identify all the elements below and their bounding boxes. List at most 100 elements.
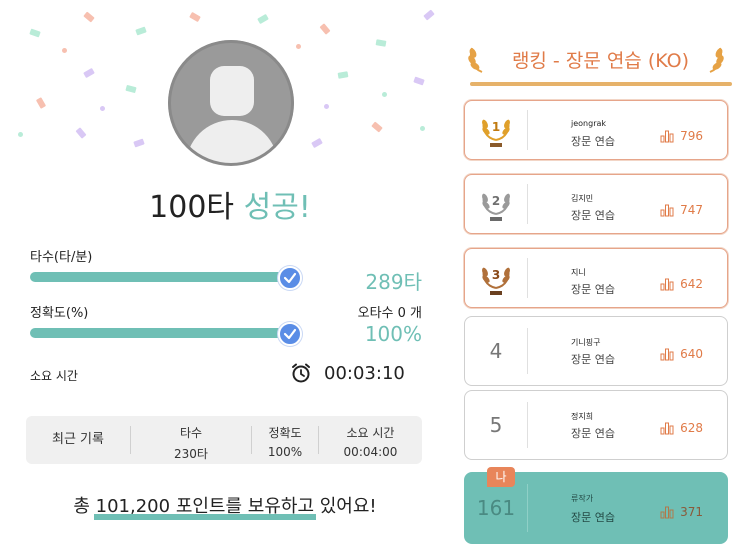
result-headline: 100타 성공!: [0, 182, 460, 226]
speed-check-icon: [278, 266, 302, 290]
accuracy-value: 100%: [364, 322, 422, 346]
my-ranking-entry[interactable]: 나 161 류작가 장문 연습 371: [464, 467, 728, 544]
laurel-right-icon: [704, 44, 726, 78]
confetti: [375, 39, 387, 47]
recent-accuracy: 정확도 100%: [252, 416, 318, 464]
recent-time: 소요 시간 00:04:00: [319, 416, 422, 464]
speed-value: 289타: [365, 270, 422, 294]
divider: [527, 258, 528, 298]
entry-mode: 장문 연습: [571, 427, 615, 440]
bar-chart-icon: [660, 348, 674, 361]
ranking-entry[interactable]: 3 지니 장문 연습 642: [464, 248, 728, 308]
rank-number: 5: [489, 413, 503, 437]
entry-score-value: 747: [680, 203, 703, 217]
bar-chart-icon: [660, 506, 674, 519]
accuracy-progress-bar: [30, 328, 288, 338]
entry-mode: 장문 연습: [571, 283, 615, 296]
avatar: [168, 40, 294, 166]
silver-medal-icon: 2: [465, 175, 527, 233]
confetti: [75, 127, 87, 139]
entry-username: 정지희: [571, 412, 594, 421]
confetti: [83, 11, 95, 23]
confetti: [125, 84, 137, 94]
entry-username: jeongrak: [571, 119, 607, 128]
confetti: [413, 76, 425, 86]
confetti: [324, 104, 329, 109]
result-panel: 100타 성공! 타수(타/분) 289타 정확도(%) 오타수 0 개 100…: [0, 0, 450, 560]
entry-score-value: 642: [680, 277, 703, 291]
confetti: [311, 137, 323, 149]
confetti: [319, 23, 331, 35]
rank-number: 161: [476, 496, 516, 520]
confetti: [135, 26, 147, 36]
confetti: [423, 9, 435, 21]
recent-time-value: 00:04:00: [343, 445, 398, 459]
recent-accuracy-value: 100%: [267, 445, 303, 459]
rank-number: 4: [489, 339, 503, 363]
confetti: [257, 13, 269, 25]
entry-mode: 장문 연습: [571, 209, 615, 222]
confetti: [382, 92, 387, 97]
confetti: [133, 138, 145, 148]
confetti: [62, 48, 67, 53]
gold-medal-icon: 1: [465, 101, 527, 159]
confetti: [371, 121, 383, 133]
entry-score: 796: [660, 129, 703, 143]
entry-score-value: 640: [680, 347, 703, 361]
recent-speed: 타수 230타: [131, 416, 251, 464]
ranking-entry[interactable]: 2 김지민 장문 연습 747: [464, 174, 728, 234]
entry-username: 김지민: [571, 194, 594, 203]
typo-count: 오타수 0 개: [357, 306, 422, 321]
confetti: [99, 105, 106, 112]
points-highlight: 101,200 포인트를 보유하고: [93, 492, 317, 520]
confetti: [337, 71, 349, 79]
entry-score-value: 796: [680, 129, 703, 143]
entry-score-value: 371: [680, 505, 703, 519]
confetti: [296, 44, 301, 49]
ranking-entry[interactable]: 1 jeongrak 장문 연습 796: [464, 100, 728, 160]
entry-score-value: 628: [680, 421, 703, 435]
entry-mode: 장문 연습: [571, 353, 615, 366]
entry-mode: 장문 연습: [571, 135, 615, 148]
entry-score: 642: [660, 277, 703, 291]
entry-username: 지니: [571, 268, 586, 277]
confetti: [83, 67, 95, 79]
ranking-entry[interactable]: 4 기니핑구 장문 연습 640: [464, 316, 728, 386]
entry-score: 371: [660, 505, 703, 519]
confetti: [189, 11, 201, 23]
time-value: 00:03:10: [324, 363, 405, 384]
recent-speed-value: 230타: [174, 447, 208, 461]
accuracy-check-icon: [278, 322, 302, 346]
speed-progress-bar: [30, 272, 288, 282]
confetti: [35, 97, 47, 109]
confetti: [29, 28, 41, 38]
confetti: [420, 126, 425, 131]
headline-number: 100타: [149, 190, 235, 225]
entry-username: 류작가: [571, 494, 594, 503]
headline-success: 성공!: [243, 190, 311, 225]
ranking-panel: 랭킹 - 장문 연습 (KO) 1 jeongrak 장문 연습 796 2 김…: [458, 0, 743, 560]
divider: [527, 110, 528, 150]
entry-mode: 장문 연습: [571, 511, 615, 524]
divider: [527, 327, 528, 375]
ranking-title-underline: [470, 82, 732, 86]
recent-accuracy-header: 정확도: [268, 426, 302, 440]
points-suffix: 있어요!: [314, 496, 377, 517]
rank-number: 3: [492, 268, 500, 282]
accuracy-label: 정확도(%): [30, 306, 89, 321]
divider: [527, 401, 528, 449]
entry-score: 640: [660, 347, 703, 361]
alarm-clock-icon: [290, 362, 312, 388]
entry-username: 기니핑구: [571, 338, 601, 347]
recent-record: 최근 기록 타수 230타 정확도 100% 소요 시간 00:04:00: [26, 416, 422, 464]
recent-time-header: 소요 시간: [346, 426, 395, 440]
divider: [527, 484, 528, 532]
avatar-ring: [168, 40, 294, 166]
speed-label: 타수(타/분): [30, 250, 93, 265]
rank-number: 2: [492, 194, 500, 208]
ranking-entry[interactable]: 5 정지희 장문 연습 628: [464, 390, 728, 460]
bar-chart-icon: [660, 422, 674, 435]
recent-speed-header: 타수: [179, 426, 203, 440]
ranking-title: 랭킹 - 장문 연습 (KO): [511, 50, 690, 72]
bar-chart-icon: [660, 278, 674, 291]
